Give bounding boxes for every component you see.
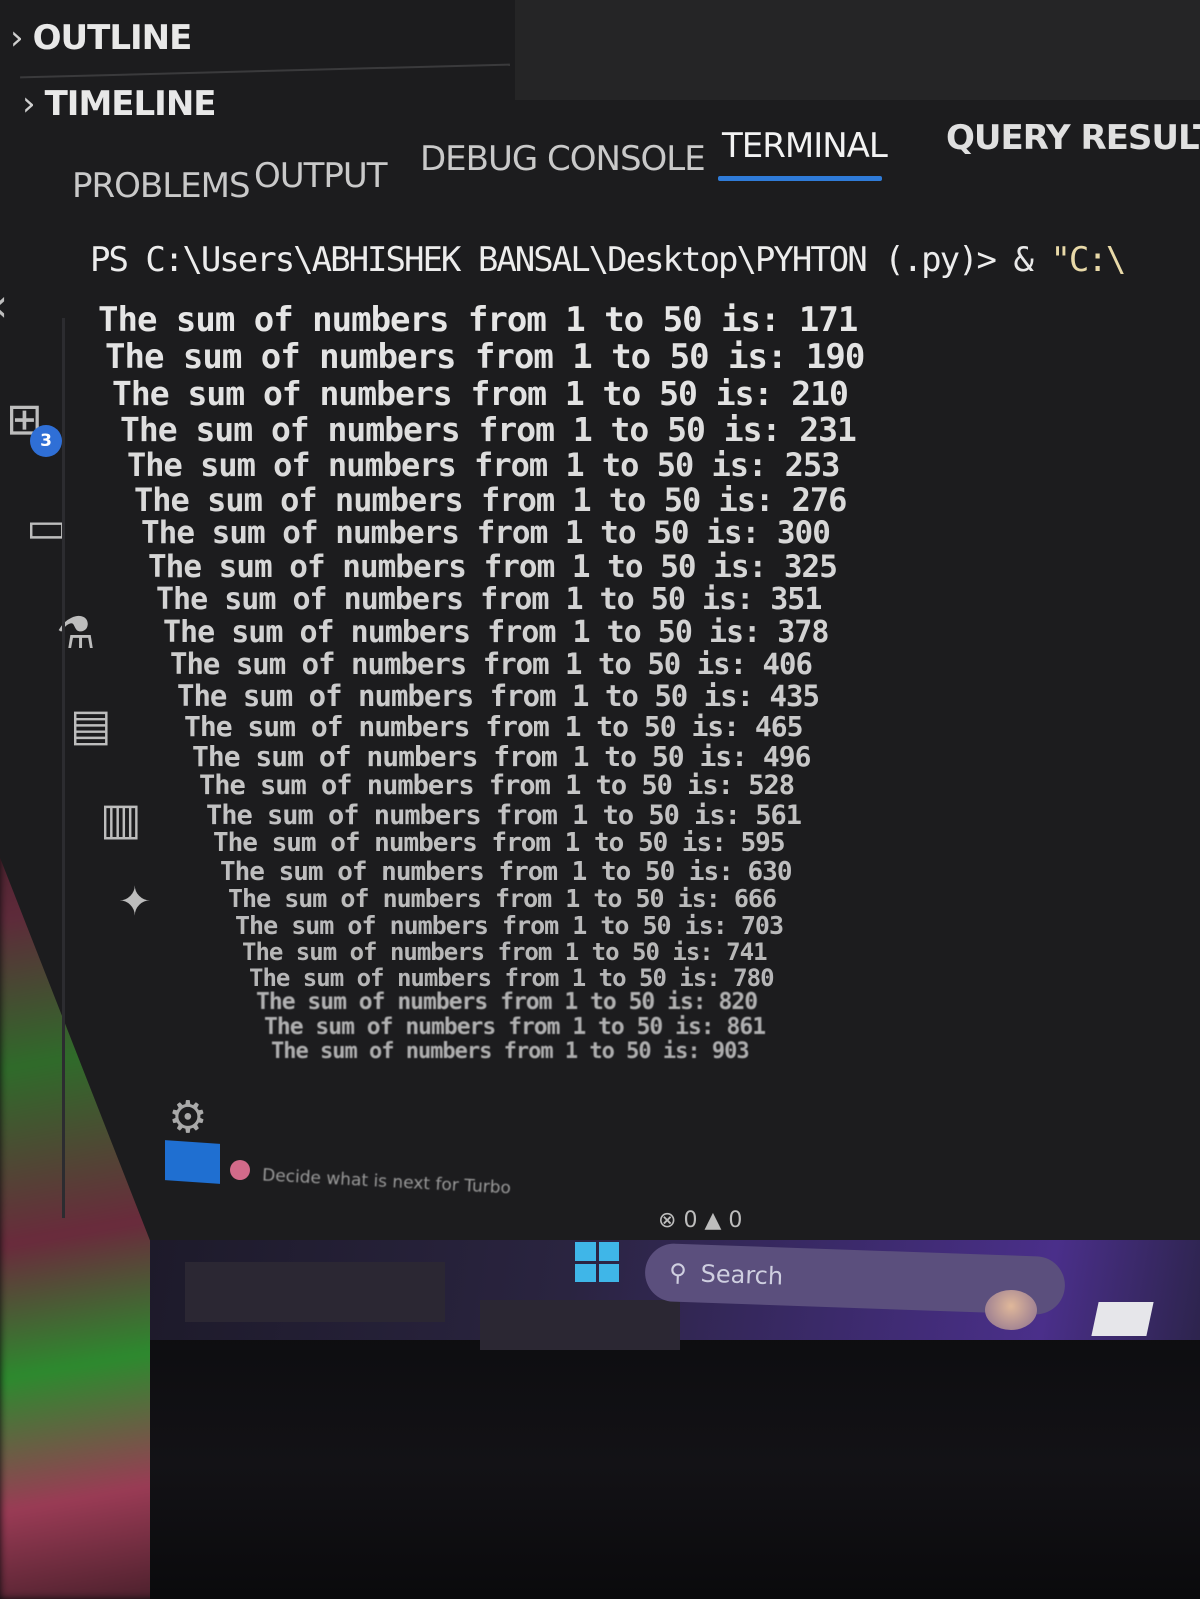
warning-triangle-icon: ▲ xyxy=(704,1208,722,1233)
prompt-command: "C:\ xyxy=(1050,240,1126,280)
user-avatar[interactable] xyxy=(985,1290,1037,1330)
chevron-right-icon: › xyxy=(10,18,24,58)
tab-output[interactable]: OUTPUT xyxy=(254,156,388,196)
problems-counter[interactable]: ⊗ 0 ▲ 0 xyxy=(658,1208,742,1233)
terminal-line: The sum of numbers from 1 to 50 is: 276 xyxy=(134,481,847,519)
search-placeholder: Search xyxy=(700,1259,784,1291)
editor-area xyxy=(515,0,1200,100)
chevron-left-icon[interactable]: ‹ xyxy=(0,282,8,328)
tab-terminal[interactable]: TERMINAL xyxy=(722,126,888,166)
terminal-line: The sum of numbers from 1 to 50 is: 861 xyxy=(264,1014,766,1040)
terminal-line: The sum of numbers from 1 to 50 is: 171 xyxy=(98,300,858,340)
outline-section[interactable]: › OUTLINE xyxy=(10,18,193,58)
tab-problems[interactable]: PROBLEMS xyxy=(72,166,251,206)
error-count: 0 xyxy=(683,1208,698,1233)
timeline-label: TIMELINE xyxy=(44,84,217,124)
active-tab-indicator xyxy=(718,176,882,181)
windows-start-icon[interactable] xyxy=(575,1242,619,1282)
terminal-line: The sum of numbers from 1 to 50 is: 528 xyxy=(199,770,795,801)
chevron-right-icon: › xyxy=(22,84,36,124)
prompt-amp: & xyxy=(995,240,1051,280)
terminal-line: The sum of numbers from 1 to 50 is: 253 xyxy=(127,446,840,484)
terminal-scroll-gutter xyxy=(62,318,65,1218)
copilot-icon[interactable]: ✦ xyxy=(118,882,152,922)
settings-gear-icon[interactable]: ⚙ xyxy=(168,1092,207,1143)
terminal-line: The sum of numbers from 1 to 50 is: 703 xyxy=(235,911,784,940)
terminal-line: The sum of numbers from 1 to 50 is: 820 xyxy=(256,989,758,1015)
terminal-line: The sum of numbers from 1 to 50 is: 465 xyxy=(184,710,803,743)
terminal-line: The sum of numbers from 1 to 50 is: 210 xyxy=(112,374,849,413)
database-icon[interactable]: ▤ xyxy=(70,704,112,748)
terminal-line: The sum of numbers from 1 to 50 is: 378 xyxy=(163,615,829,650)
account-icon[interactable] xyxy=(230,1160,250,1180)
terminal-line: The sum of numbers from 1 to 50 is: 666 xyxy=(228,884,777,913)
outline-label: OUTLINE xyxy=(32,18,193,58)
terminal-line: The sum of numbers from 1 to 50 is: 231 xyxy=(120,410,857,449)
taskbar-app[interactable] xyxy=(185,1262,445,1322)
error-circle-icon: ⊗ xyxy=(658,1208,677,1233)
terminal-line: The sum of numbers from 1 to 50 is: 561 xyxy=(206,800,802,831)
prompt-path: PS C:\Users\ABHISHEK BANSAL\Desktop\PYHT… xyxy=(90,240,997,280)
terminal-line: The sum of numbers from 1 to 50 is: 325 xyxy=(148,549,838,585)
extensions-badge: 3 xyxy=(30,425,62,457)
terminal-line: The sum of numbers from 1 to 50 is: 435 xyxy=(177,679,820,713)
remote-indicator-button[interactable] xyxy=(165,1140,220,1184)
terminal-line: The sum of numbers from 1 to 50 is: 406 xyxy=(170,647,813,681)
monitor-bezel xyxy=(150,1330,1200,1599)
terminal-line: The sum of numbers from 1 to 50 is: 780 xyxy=(249,964,775,992)
tab-query-result[interactable]: QUERY RESULT xyxy=(946,118,1200,158)
terminal-prompt: PS C:\Users\ABHISHEK BANSAL\Desktop\PYHT… xyxy=(90,240,1126,280)
terminal-line: The sum of numbers from 1 to 50 is: 903 xyxy=(271,1039,750,1064)
terminal-line: The sum of numbers from 1 to 50 is: 595 xyxy=(213,828,785,858)
terminal-line: The sum of numbers from 1 to 50 is: 351 xyxy=(156,582,822,617)
warning-count: 0 xyxy=(728,1208,743,1233)
terminal-line: The sum of numbers from 1 to 50 is: 630 xyxy=(220,857,792,887)
tray-icon[interactable] xyxy=(1091,1302,1154,1336)
terminal-line: The sum of numbers from 1 to 50 is: 300 xyxy=(141,515,831,551)
terminal-line: The sum of numbers from 1 to 50 is: 190 xyxy=(105,337,865,377)
notebook-icon[interactable]: ▥ xyxy=(100,798,142,842)
timeline-section[interactable]: › TIMELINE xyxy=(22,84,217,124)
taskbar-app[interactable] xyxy=(480,1300,680,1350)
tab-debug-console[interactable]: DEBUG CONSOLE xyxy=(420,139,706,179)
terminal-line: The sum of numbers from 1 to 50 is: 741 xyxy=(242,938,768,966)
search-icon: ⚲ xyxy=(668,1258,688,1288)
terminal-line: The sum of numbers from 1 to 50 is: 496 xyxy=(192,740,811,773)
